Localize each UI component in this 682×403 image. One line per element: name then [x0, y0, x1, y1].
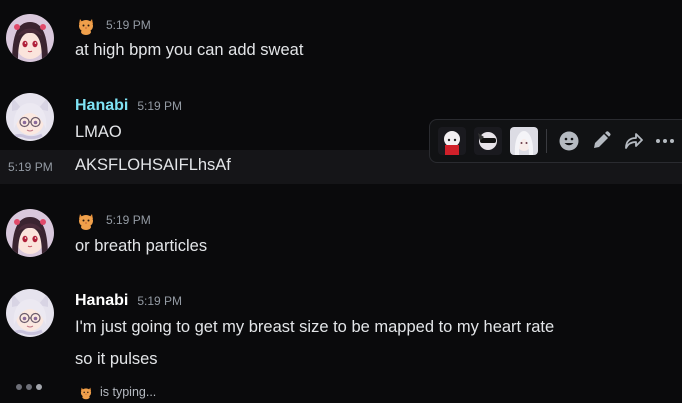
user-avatar[interactable] [6, 289, 54, 337]
cat-emoji-username-icon[interactable] [75, 209, 97, 231]
typing-dots-icon [16, 384, 46, 390]
message-text: so it pulses [75, 350, 158, 368]
reaction-sticker-red-icon[interactable] [436, 125, 468, 157]
username[interactable]: Hanabi [75, 97, 128, 115]
message-timestamp: 5:19 PM [137, 99, 183, 113]
message-text: or breath particles [75, 237, 208, 255]
message-text: AKSFLOHSAIFLhsAf [75, 156, 231, 174]
hover-timestamp: 5:19 PM [8, 160, 53, 174]
pencil-icon[interactable] [585, 125, 617, 157]
message-actions-toolbar [429, 119, 682, 163]
typing-indicator: is typing... [78, 384, 156, 400]
cat-emoji-icon [78, 384, 94, 400]
more-icon[interactable] [649, 125, 681, 157]
reaction-sticker-sunglasses-icon[interactable] [472, 125, 504, 157]
user-avatar[interactable] [6, 209, 54, 257]
reaction-sticker-white-hair-icon[interactable] [508, 125, 540, 157]
user-avatar[interactable] [6, 14, 54, 62]
emoji-icon[interactable] [553, 125, 585, 157]
username[interactable]: Hanabi [75, 292, 128, 310]
message-timestamp: 5:19 PM [106, 213, 151, 227]
message-text: I'm just going to get my breast size to … [75, 318, 555, 336]
message-timestamp: 5:19 PM [137, 294, 183, 308]
user-avatar[interactable] [6, 93, 54, 141]
typing-text: is typing... [100, 385, 157, 399]
cat-emoji-username-icon[interactable] [75, 14, 97, 36]
forward-icon[interactable] [617, 125, 649, 157]
message-text: LMAO [75, 123, 122, 141]
message-timestamp: 5:19 PM [106, 18, 151, 32]
message-text: at high bpm you can add sweat [75, 41, 304, 59]
toolbar-divider [546, 129, 547, 153]
